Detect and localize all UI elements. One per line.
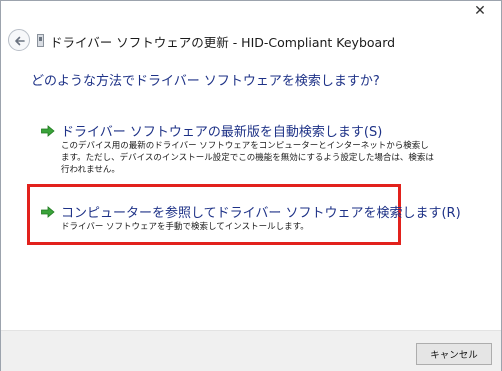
option-title: コンピューターを参照してドライバー ソフトウェアを検索します(R) [61,206,461,221]
dialog-footer: キャンセル [1,330,501,371]
cancel-button[interactable]: キャンセル [416,343,492,365]
option-description: ドライバー ソフトウェアを手動で検索してインストールします。 [61,222,309,232]
back-arrow-icon [15,36,25,46]
close-icon: ✕ [474,3,486,19]
page-heading: どのような方法でドライバー ソフトウェアを検索しますか? [31,74,380,89]
update-driver-window: ✕ ドライバー ソフトウェアの更新 - HID-Compliant Keyboa… [0,0,502,371]
browse-computer-option[interactable]: コンピューターを参照してドライバー ソフトウェアを検索します(R) ドライバー … [41,202,461,236]
search-automatically-option[interactable]: ドライバー ソフトウェアの最新版を自動検索します(S) このデバイス用の最新のド… [41,121,441,177]
keyboard-device-icon [37,34,44,47]
back-button[interactable] [8,29,30,51]
window-title: ドライバー ソフトウェアの更新 - HID-Compliant Keyboard [50,35,396,50]
title-bar: ドライバー ソフトウェアの更新 - HID-Compliant Keyboard [1,27,501,55]
green-arrow-icon [41,125,55,137]
close-button[interactable]: ✕ [465,1,495,21]
option-title: ドライバー ソフトウェアの最新版を自動検索します(S) [61,125,383,140]
green-arrow-icon [41,206,55,218]
option-description: このデバイス用の最新のドライバー ソフトウェアをコンピューターとインターネットか… [61,141,434,175]
